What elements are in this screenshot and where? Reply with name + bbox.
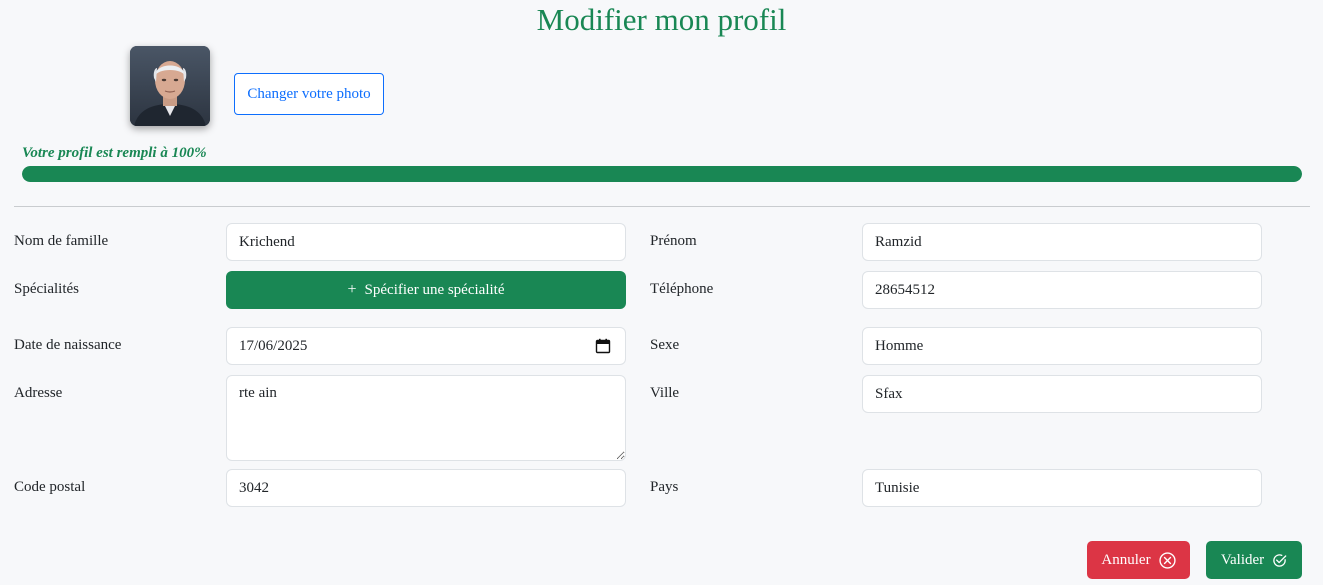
circle-check-icon xyxy=(1273,553,1287,567)
code-postal-label: Code postal xyxy=(14,479,86,495)
pays-input[interactable] xyxy=(862,469,1262,507)
divider xyxy=(14,206,1310,207)
circle-x-icon xyxy=(1158,551,1176,569)
nom-input[interactable] xyxy=(226,223,626,261)
pays-label: Pays xyxy=(650,479,679,495)
avatar-image xyxy=(130,46,210,126)
prenom-label: Prénom xyxy=(650,233,697,249)
nom-label: Nom de famille xyxy=(14,233,109,249)
telephone-input[interactable] xyxy=(862,271,1262,309)
validate-button[interactable]: Valider xyxy=(1206,541,1302,579)
profile-completion-bar xyxy=(22,166,1302,182)
add-specialite-label: Spécifier une spécialité xyxy=(364,281,505,298)
plus-icon: + xyxy=(347,281,357,298)
validate-button-label: Valider xyxy=(1220,551,1265,568)
cancel-button[interactable]: Annuler xyxy=(1087,541,1190,579)
code-postal-input[interactable] xyxy=(226,469,626,507)
add-specialite-button[interactable]: + Spécifier une spécialité xyxy=(226,271,626,309)
cancel-button-label: Annuler xyxy=(1101,551,1151,568)
ville-label: Ville xyxy=(650,385,680,401)
prenom-input[interactable] xyxy=(862,223,1262,261)
date-naissance-input[interactable] xyxy=(226,327,626,365)
telephone-label: Téléphone xyxy=(650,281,714,297)
specialites-label: Spécialités xyxy=(14,281,79,297)
calendar-icon[interactable] xyxy=(595,338,611,354)
avatar xyxy=(130,46,210,126)
change-photo-button[interactable]: Changer votre photo xyxy=(234,73,384,115)
date-naissance-label: Date de naissance xyxy=(14,337,122,353)
page-title: Modifier mon profil xyxy=(536,2,787,37)
sexe-label: Sexe xyxy=(650,337,680,353)
adresse-label: Adresse xyxy=(14,385,63,401)
profile-card: Modifier mon profil Changer votre photo … xyxy=(0,0,1323,585)
adresse-textarea[interactable]: rte ain xyxy=(226,375,626,461)
profile-completion-label: Votre profil est rempli à 100% xyxy=(22,145,207,161)
sexe-input[interactable] xyxy=(862,327,1262,365)
profile-completion-fill xyxy=(22,166,1302,182)
ville-input[interactable] xyxy=(862,375,1262,413)
